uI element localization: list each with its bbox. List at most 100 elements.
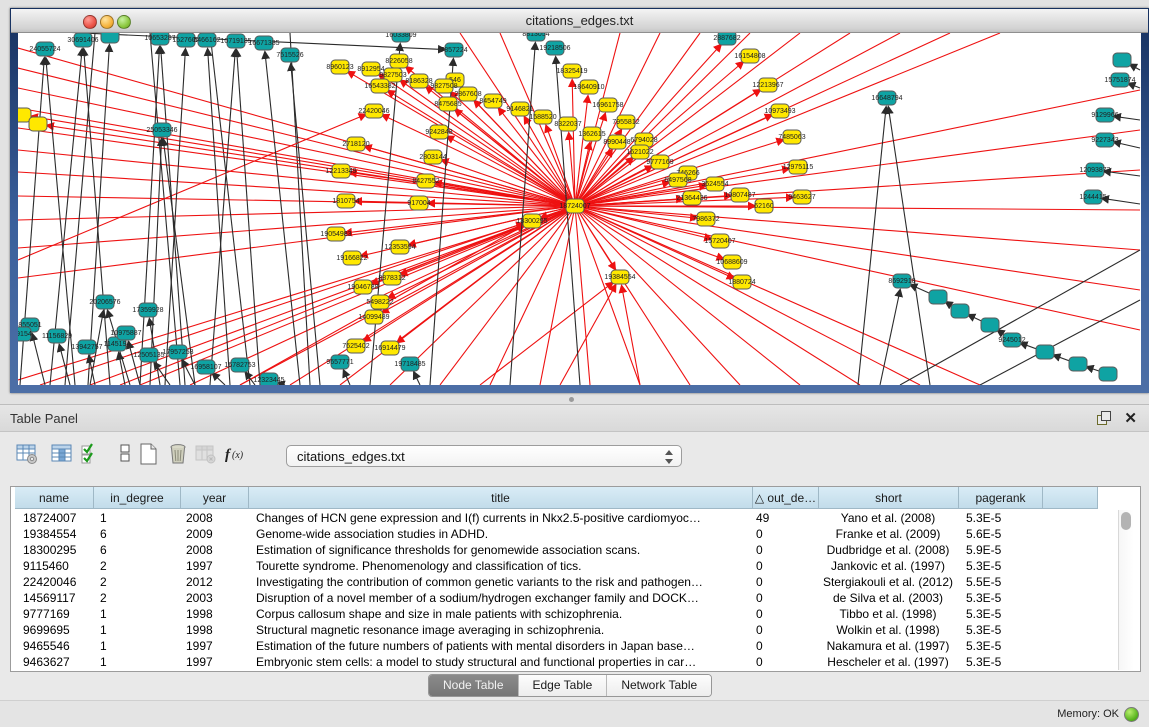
graph-node[interactable]: 8226058 xyxy=(385,54,412,68)
graph-edge[interactable] xyxy=(900,250,1140,385)
graph-node[interactable]: 12505135 xyxy=(133,348,164,362)
graph-node[interactable]: 1244415 xyxy=(1079,190,1106,204)
column-header-out_de[interactable]: △ out_de… xyxy=(753,487,819,509)
graph-edge[interactable] xyxy=(18,114,366,260)
table-row[interactable]: 2242004622012Investigating the contribut… xyxy=(11,574,1118,590)
graph-edge[interactable] xyxy=(120,224,524,385)
graph-node[interactable]: 10653287 xyxy=(144,33,175,45)
graph-edge[interactable] xyxy=(575,206,1140,330)
graph-node[interactable]: 14099489 xyxy=(358,310,389,324)
graph-edge[interactable] xyxy=(622,286,640,385)
table-row[interactable]: 977716911998Corpus callosum shape and si… xyxy=(11,606,1118,622)
graph-edge[interactable] xyxy=(18,206,575,220)
graph-edge[interactable] xyxy=(1102,198,1140,204)
selection-mode-icon[interactable] xyxy=(78,441,104,469)
graph-edge[interactable] xyxy=(32,334,45,385)
table-row[interactable]: 911546021997Tourette syndrome. Phenomeno… xyxy=(11,558,1118,574)
scrollbar-thumb[interactable] xyxy=(1121,512,1131,530)
graph-node[interactable] xyxy=(101,33,119,43)
graph-node[interactable]: 10688609 xyxy=(716,255,747,269)
network-view-window[interactable]: citations_edges.txt 18724007183002951938… xyxy=(10,8,1149,393)
graph-node[interactable] xyxy=(1069,357,1087,371)
graph-node[interactable] xyxy=(1099,367,1117,381)
panel-divider-handle[interactable] xyxy=(569,397,574,402)
graph-node[interactable]: 9245012 xyxy=(998,333,1025,347)
graph-node[interactable]: 9227343 xyxy=(1091,133,1118,147)
graph-node[interactable]: 8813054 xyxy=(522,33,549,41)
graph-node[interactable]: 39154 xyxy=(18,327,32,341)
graph-edge[interactable] xyxy=(540,206,575,385)
tab-node-table[interactable]: Node Table xyxy=(429,675,519,696)
graph-node[interactable]: 8454749 xyxy=(479,94,506,108)
graph-edge[interactable] xyxy=(575,206,590,385)
graph-edge[interactable] xyxy=(460,33,575,206)
graph-node[interactable]: 18640910 xyxy=(573,80,604,94)
memory-ok-indicator[interactable] xyxy=(1124,707,1139,722)
column-header-name[interactable]: name xyxy=(15,487,94,509)
graph-node[interactable]: 12353594 xyxy=(384,240,415,254)
graph-edge[interactable] xyxy=(237,50,260,385)
graph-node[interactable]: 18325419 xyxy=(556,64,587,78)
column-header-short[interactable]: short xyxy=(819,487,959,509)
graph-node[interactable]: 8322037 xyxy=(554,117,581,131)
table-selector-dropdown[interactable]: citations_edges.txt xyxy=(286,445,682,467)
graph-node[interactable]: 15720407 xyxy=(704,234,735,248)
graph-node[interactable]: 17359928 xyxy=(132,303,163,317)
graph-node[interactable] xyxy=(951,304,969,318)
row-options-icon[interactable] xyxy=(112,441,138,469)
graph-edge[interactable] xyxy=(858,107,886,385)
graph-edge[interactable] xyxy=(213,373,225,385)
column-header-pagerank[interactable]: pagerank xyxy=(959,487,1043,509)
graph-node[interactable]: 19384554 xyxy=(604,270,635,284)
graph-edge[interactable] xyxy=(575,206,740,385)
graph-node[interactable]: 7485063 xyxy=(778,130,805,144)
delete-table-icon[interactable] xyxy=(193,441,219,469)
column-visibility-icon[interactable] xyxy=(49,441,75,469)
column-header-title[interactable]: title xyxy=(249,487,753,509)
graph-edge[interactable] xyxy=(480,282,613,385)
graph-node[interactable]: 7955812 xyxy=(612,115,639,129)
graph-edge[interactable] xyxy=(210,50,235,385)
graph-node[interactable]: 9657771 xyxy=(326,355,353,369)
graph-edge[interactable] xyxy=(575,90,1140,206)
graph-node[interactable]: 16154808 xyxy=(734,49,765,63)
graph-edge[interactable] xyxy=(370,44,400,385)
graph-edge[interactable] xyxy=(1130,64,1140,70)
graph-node[interactable]: 10719185 xyxy=(220,34,251,48)
graph-node[interactable]: 7515526 xyxy=(276,48,303,62)
graph-node[interactable] xyxy=(981,318,999,332)
graph-node[interactable]: 62160 xyxy=(754,199,774,213)
window-titlebar[interactable]: citations_edges.txt xyxy=(11,9,1148,33)
graph-edge[interactable] xyxy=(880,290,900,385)
table-row[interactable]: 946554611997Estimation of the future num… xyxy=(11,638,1118,654)
graph-node[interactable]: 19718485 xyxy=(394,357,425,371)
graph-node[interactable]: 8990448 xyxy=(603,135,630,149)
network-canvas[interactable]: 1872400718300295193845549777169746266649… xyxy=(18,33,1141,385)
column-header-in_degree[interactable]: in_degree xyxy=(94,487,181,509)
graph-node[interactable]: 16671385 xyxy=(248,36,279,50)
table-mode-icon[interactable] xyxy=(14,441,40,469)
graph-edge[interactable] xyxy=(575,45,721,206)
graph-node[interactable]: 1810754 xyxy=(332,194,359,208)
graph-edge[interactable] xyxy=(210,33,250,385)
table-row[interactable]: 1456911722003Disruption of a novel membe… xyxy=(11,590,1118,606)
graph-node[interactable] xyxy=(929,290,947,304)
graph-edge[interactable] xyxy=(575,206,920,385)
graph-node[interactable]: 11156829 xyxy=(42,329,72,343)
graph-node[interactable]: 20206576 xyxy=(89,295,120,309)
graph-node[interactable]: 7857224 xyxy=(440,43,467,57)
graph-edge[interactable] xyxy=(560,285,616,385)
vertical-scrollbar[interactable] xyxy=(1118,510,1134,670)
graph-node[interactable]: 917004 xyxy=(407,196,430,210)
graph-edge[interactable] xyxy=(575,206,860,385)
graph-node[interactable] xyxy=(1036,345,1054,359)
table-row[interactable]: 1830029562008Estimation of significance … xyxy=(11,542,1118,558)
graph-node[interactable]: 9129966 xyxy=(1091,108,1118,122)
graph-edge[interactable] xyxy=(414,372,420,385)
graph-edge[interactable] xyxy=(1128,83,1140,88)
graph-node[interactable]: 16914479 xyxy=(374,341,405,355)
graph-edge[interactable] xyxy=(575,206,640,385)
column-header-year[interactable]: year xyxy=(181,487,249,509)
delete-column-icon[interactable] xyxy=(165,441,191,469)
graph-node[interactable]: 21364436 xyxy=(676,191,707,205)
